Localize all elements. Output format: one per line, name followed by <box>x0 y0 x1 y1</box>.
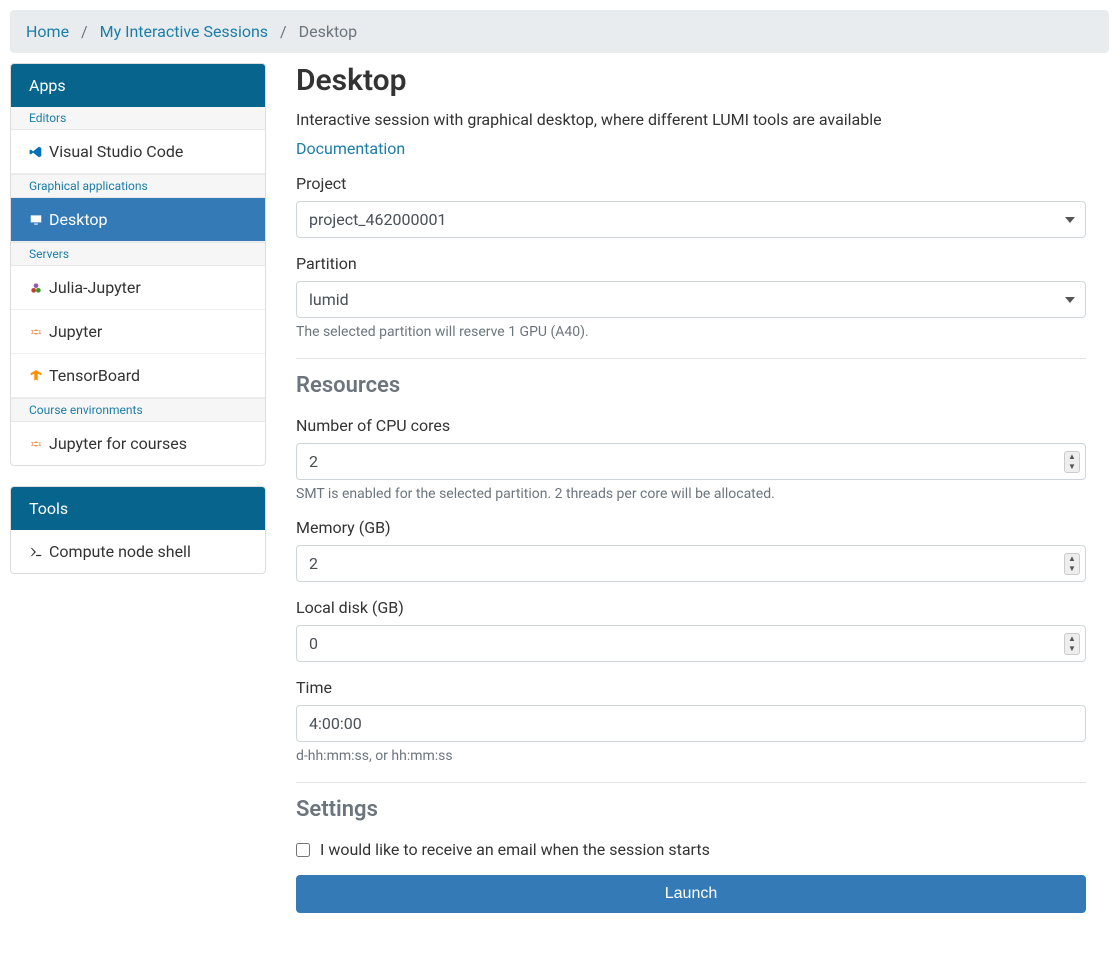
sidebar-item-jupyter-courses[interactable]: Jupyter for courses <box>11 422 265 465</box>
disk-label: Local disk (GB) <box>296 598 1086 617</box>
sidebar-item-julia-jupyter[interactable]: Julia-Jupyter <box>11 266 265 310</box>
time-help: d-hh:mm:ss, or hh:mm:ss <box>296 748 1086 764</box>
desktop-icon <box>29 213 43 227</box>
partition-label: Partition <box>296 254 1086 273</box>
documentation-link[interactable]: Documentation <box>296 139 405 158</box>
tensorboard-icon <box>29 369 43 383</box>
breadcrumb-home[interactable]: Home <box>26 22 69 41</box>
sidebar-item-label: Desktop <box>49 210 108 229</box>
sidebar-item-label: Visual Studio Code <box>49 142 183 161</box>
breadcrumb-current: Desktop <box>299 22 358 41</box>
vscode-icon <box>29 145 43 159</box>
jupyter-icon <box>29 437 43 451</box>
time-label: Time <box>296 678 1086 697</box>
tools-panel: Tools Compute node shell <box>10 486 266 574</box>
project-label: Project <box>296 174 1086 193</box>
page-title: Desktop <box>296 63 1086 98</box>
sidebar-item-label: TensorBoard <box>49 366 140 385</box>
apps-group-graphical: Graphical applications <box>11 174 265 198</box>
terminal-icon <box>29 545 43 559</box>
sidebar-item-label: Jupyter for courses <box>49 434 187 453</box>
breadcrumb-separator: / <box>280 22 287 41</box>
apps-group-course: Course environments <box>11 398 265 422</box>
memory-stepper[interactable]: ▲▼ <box>1064 553 1080 575</box>
apps-group-editors: Editors <box>11 107 265 130</box>
breadcrumb-sessions[interactable]: My Interactive Sessions <box>100 22 268 41</box>
apps-group-servers: Servers <box>11 242 265 266</box>
cpu-help: SMT is enabled for the selected partitio… <box>296 486 1086 502</box>
sidebar-item-compute-shell[interactable]: Compute node shell <box>11 530 265 573</box>
email-checkbox-label: I would like to receive an email when th… <box>320 840 710 859</box>
partition-select[interactable]: lumid <box>296 281 1086 318</box>
breadcrumb: Home / My Interactive Sessions / Desktop <box>10 10 1109 53</box>
julia-icon <box>29 281 43 295</box>
cpu-stepper[interactable]: ▲▼ <box>1064 451 1080 473</box>
memory-label: Memory (GB) <box>296 518 1086 537</box>
divider <box>296 782 1086 783</box>
resources-header: Resources <box>296 373 1086 398</box>
sidebar-item-tensorboard[interactable]: TensorBoard <box>11 354 265 398</box>
sidebar-item-label: Compute node shell <box>49 542 191 561</box>
sidebar-item-label: Julia-Jupyter <box>49 278 141 297</box>
sidebar-item-desktop[interactable]: Desktop <box>11 198 265 242</box>
project-select[interactable]: project_462000001 <box>296 201 1086 238</box>
tools-panel-header: Tools <box>11 487 265 530</box>
partition-help: The selected partition will reserve 1 GP… <box>296 324 1086 340</box>
divider <box>296 358 1086 359</box>
breadcrumb-separator: / <box>81 22 88 41</box>
disk-stepper[interactable]: ▲▼ <box>1064 633 1080 655</box>
cpu-input[interactable] <box>296 443 1086 480</box>
cpu-label: Number of CPU cores <box>296 416 1086 435</box>
sidebar-item-label: Jupyter <box>49 322 102 341</box>
sidebar-item-jupyter[interactable]: Jupyter <box>11 310 265 354</box>
launch-button[interactable]: Launch <box>296 875 1086 913</box>
sidebar-item-vscode[interactable]: Visual Studio Code <box>11 130 265 174</box>
time-input[interactable] <box>296 705 1086 742</box>
settings-header: Settings <box>296 797 1086 822</box>
jupyter-icon <box>29 325 43 339</box>
disk-input[interactable] <box>296 625 1086 662</box>
apps-panel: Apps Editors Visual Studio Code Graphica… <box>10 63 266 466</box>
memory-input[interactable] <box>296 545 1086 582</box>
apps-panel-header: Apps <box>11 64 265 107</box>
email-checkbox[interactable] <box>296 843 310 857</box>
page-description: Interactive session with graphical deskt… <box>296 110 1086 129</box>
